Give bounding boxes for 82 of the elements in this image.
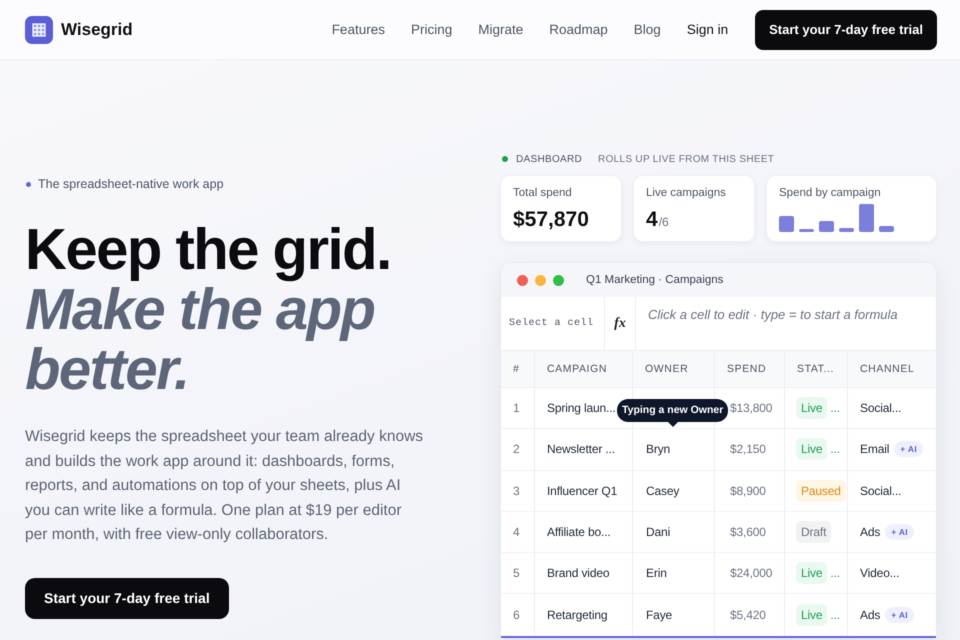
window-maximize-icon[interactable] [553, 274, 564, 286]
ai-tag[interactable]: + AI [885, 524, 914, 540]
spend-cell: $5,420 [715, 594, 785, 636]
spend-cell: $2,150 [715, 429, 785, 470]
cell-name-field[interactable]: Select a cell [501, 297, 605, 350]
spend-cell: $8,900 [715, 470, 785, 511]
status-pill[interactable]: Live [796, 604, 828, 626]
ai-tag[interactable]: + AI [894, 441, 923, 458]
campaign-cell: Brand video [535, 553, 633, 594]
chart-bar [799, 229, 814, 232]
headline-text: Keep the grid. [25, 220, 392, 280]
card-label: Live campaigns [646, 187, 726, 199]
owner-cell: Casey [633, 470, 715, 511]
status-pill[interactable]: Live [796, 562, 828, 584]
nav-link[interactable]: Roadmap [549, 22, 608, 37]
campaign-cell: Retargeting [535, 594, 633, 636]
section-note: ROLLS UP LIVE FROM THIS SHEET [598, 154, 774, 164]
owner-cell: Dani [633, 512, 715, 552]
nav-link[interactable]: Features [332, 22, 385, 37]
ellipsis-text: ... [830, 401, 840, 416]
sign-in-link[interactable]: Sign in [686, 22, 728, 37]
column-header: CAMPAIGN [535, 351, 633, 387]
card-label: Spend by campaign [779, 187, 881, 199]
channel-text: Social... [860, 401, 902, 416]
ellipsis-text: ... [830, 608, 840, 622]
channel-text: Ads [860, 608, 880, 622]
owner-cell: Faye [633, 594, 715, 636]
status-pill[interactable]: Paused [796, 480, 846, 502]
section-label: DASHBOARD [516, 154, 582, 164]
row-number: 1 [501, 388, 535, 428]
chart-bar [859, 204, 874, 232]
card-total: /6 [658, 215, 669, 229]
ellipsis-text: ... [830, 566, 840, 580]
channel-text: Video... [860, 566, 900, 580]
card-value: $57,870 [513, 208, 589, 232]
row-number: 6 [501, 594, 535, 636]
campaign-cell: Affiliate bo... [535, 512, 633, 552]
start-trial-button[interactable]: Start your 7-day free trial [755, 10, 937, 50]
bullet-dot-icon [26, 182, 31, 186]
grid-logo-icon [25, 16, 53, 44]
brand-name: Wisegrid [61, 20, 133, 40]
campaign-cell: Newsletter ... [535, 429, 633, 470]
chart-bar [779, 216, 794, 232]
eyebrow-text: The spreadsheet-native work app [38, 177, 224, 191]
owner-cell: Erin [633, 553, 715, 594]
status-pill[interactable]: Live [796, 438, 828, 460]
row-number: 3 [501, 470, 535, 511]
campaign-cell: Influencer Q1 [535, 470, 633, 511]
nav-link[interactable]: Pricing [410, 22, 452, 37]
status-pill[interactable]: Live [796, 397, 828, 420]
nav-link[interactable]: Blog [634, 22, 661, 37]
window-title: Q1 Marketing · Campaigns [586, 274, 724, 286]
channel-text: Social... [860, 484, 902, 498]
column-header: CHANNEL [859, 362, 916, 377]
column-header: SPEND [715, 351, 785, 387]
hero-description: Wisegrid keeps the spreadsheet your team already knows and builds the work app around it: dashboards, forms, reports, and automations on top of your sheets, plus AI you can write like a formula. One plan at $19 per editor per month, with free view-only collaborators. [25, 427, 424, 545]
tooltip: Typing a new Owner [617, 399, 728, 427]
spend-cell: $3,600 [715, 512, 785, 552]
spend-cell: $24,000 [715, 553, 785, 594]
ellipsis-text: ... [830, 442, 840, 456]
chart-bar [839, 228, 854, 232]
window-minimize-icon[interactable] [535, 274, 546, 286]
nav-link[interactable]: Migrate [478, 22, 524, 37]
status-pill[interactable]: Draft [796, 521, 832, 544]
column-header: OWNER [633, 351, 715, 387]
row-number: 2 [501, 429, 535, 470]
row-number: 4 [501, 512, 535, 552]
owner-cell: Bryn [633, 429, 715, 470]
chart-bar [819, 221, 834, 232]
row-number: 5 [501, 553, 535, 594]
ai-tag[interactable]: + AI [885, 607, 914, 624]
start-trial-button[interactable]: Start your 7-day free trial [25, 578, 229, 618]
headline-accent-text: Make the app better. [25, 280, 374, 400]
card-value: 4 [646, 208, 658, 232]
channel-text: Email [860, 442, 890, 456]
column-header: # [501, 351, 535, 387]
card-label: Total spend [513, 187, 572, 199]
column-header: STAT... [785, 351, 848, 387]
chart-bar [879, 226, 894, 232]
window-close-icon[interactable] [517, 274, 528, 286]
channel-text: Ads [860, 525, 880, 540]
status-dot-icon [502, 156, 508, 162]
